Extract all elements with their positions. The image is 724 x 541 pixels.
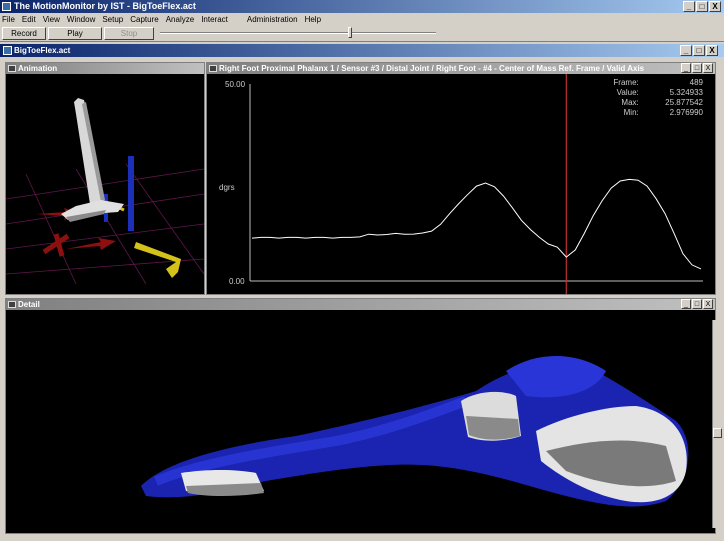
menu-file[interactable]: File (2, 15, 15, 24)
doc-close-button[interactable]: X (706, 45, 718, 56)
graph-plot[interactable] (207, 74, 715, 294)
graph-pane[interactable]: Right Foot Proximal Phalanx 1 / Sensor #… (206, 62, 716, 295)
detail-viewport[interactable] (6, 311, 701, 533)
graph-close-button[interactable]: X (703, 63, 713, 73)
detail-scrollbar[interactable] (712, 320, 722, 528)
detail-scrollbar-thumb[interactable] (713, 428, 722, 438)
menu-interact[interactable]: Interact (201, 15, 228, 24)
record-button[interactable]: Record (2, 26, 46, 40)
document-icon (3, 46, 12, 55)
detail-minimize-button[interactable]: _ (681, 299, 691, 309)
animation-viewport[interactable] (6, 74, 204, 294)
series-line (251, 178, 702, 270)
menu-view[interactable]: View (43, 15, 60, 24)
detail-pane-title: Detail (6, 299, 715, 310)
pane-icon (8, 301, 16, 308)
animation-pane-title: Animation (6, 63, 204, 74)
document-title: BigToeFlex.act (14, 46, 71, 55)
pane-icon (209, 65, 217, 72)
doc-maximize-button[interactable]: □ (693, 45, 705, 56)
graph-maximize-button[interactable]: □ (692, 63, 702, 73)
menu-window[interactable]: Window (67, 15, 95, 24)
menu-bar: File Edit View Window Setup Capture Anal… (0, 13, 724, 25)
menu-analyze[interactable]: Analyze (166, 15, 194, 24)
app-title-bar: The MotionMonitor by IST - BigToeFlex.ac… (0, 0, 724, 13)
minimize-button[interactable]: _ (683, 1, 695, 12)
coordinate-axes (36, 156, 181, 278)
graph-pane-label: Right Foot Proximal Phalanx 1 / Sensor #… (219, 64, 645, 73)
detail-close-button[interactable]: X (703, 299, 713, 309)
menu-help[interactable]: Help (305, 15, 321, 24)
menu-edit[interactable]: Edit (22, 15, 36, 24)
graph-minimize-button[interactable]: _ (681, 63, 691, 73)
menu-capture[interactable]: Capture (130, 15, 158, 24)
detail-maximize-button[interactable]: □ (692, 299, 702, 309)
graph-pane-title: Right Foot Proximal Phalanx 1 / Sensor #… (207, 63, 715, 74)
animation-pane-label: Animation (18, 64, 58, 73)
stop-button[interactable]: Stop (104, 26, 154, 40)
animation-pane[interactable]: Animation (5, 62, 205, 295)
toolbar: Record Play Stop (0, 25, 724, 42)
doc-minimize-button[interactable]: _ (680, 45, 692, 56)
playback-slider-thumb[interactable] (348, 27, 352, 38)
detail-pane[interactable]: Detail _ □ X (5, 298, 716, 534)
close-button[interactable]: X (709, 1, 721, 12)
play-button[interactable]: Play (48, 26, 102, 40)
app-icon (2, 2, 11, 11)
playback-slider-track[interactable] (160, 32, 436, 34)
skeleton-leg (61, 98, 124, 222)
detail-pane-label: Detail (18, 300, 40, 309)
menu-administration[interactable]: Administration (247, 15, 298, 24)
menu-setup[interactable]: Setup (102, 15, 123, 24)
document-title-bar: BigToeFlex.act _ □ X (0, 44, 724, 57)
foot-model (141, 356, 689, 507)
pane-icon (8, 65, 16, 72)
app-title: The MotionMonitor by IST - BigToeFlex.ac… (14, 1, 196, 11)
maximize-button[interactable]: □ (696, 1, 708, 12)
